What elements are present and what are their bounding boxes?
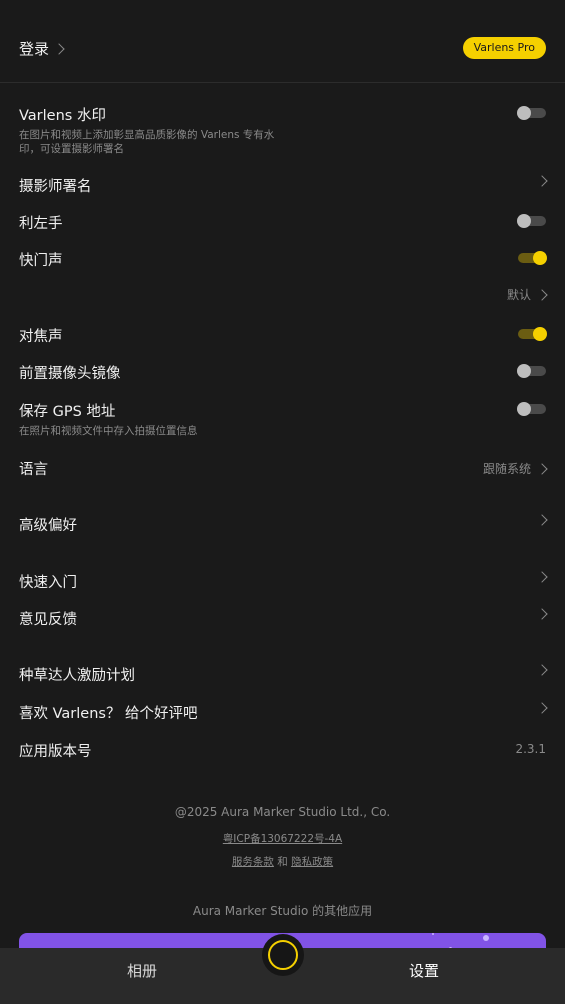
setting-label: 高级偏好	[19, 518, 77, 534]
chevron-right-icon	[536, 608, 548, 620]
setting-label: 摄影师署名	[19, 179, 92, 195]
chevron-right-icon	[536, 702, 548, 714]
toggle-knob	[533, 327, 547, 341]
terms-link[interactable]: 服务条款	[232, 856, 274, 868]
setting-creator-incentive-plan[interactable]: 种草达人激励计划	[19, 664, 548, 686]
setting-feedback[interactable]: 意见反馈	[19, 608, 548, 630]
icp-link[interactable]: 粤ICP备13067222号-4A	[223, 833, 342, 845]
setting-advanced-preferences[interactable]: 高级偏好	[19, 514, 548, 536]
setting-label: 保存 GPS 地址	[19, 404, 116, 420]
decorative-dot	[483, 935, 489, 941]
setting-left-hand: 利左手	[19, 212, 546, 234]
front-mirror-toggle[interactable]	[517, 364, 546, 378]
setting-description: 在图片和视频上添加彰显高品质影像的 Varlens 专有水印，可设置摄影师署名	[19, 129, 275, 155]
shutter-sound-toggle[interactable]	[518, 251, 547, 265]
setting-quick-start[interactable]: 快速入门	[19, 571, 548, 593]
setting-rate-app[interactable]: 喜欢 Varlens？ 给个好评吧	[19, 702, 548, 724]
setting-photographer-signature[interactable]: 摄影师署名	[19, 175, 548, 197]
login-link[interactable]: 登录	[19, 38, 65, 59]
setting-focus-sound: 对焦声	[19, 325, 547, 347]
setting-label: 利左手	[19, 216, 63, 232]
header: 登录 Varlens Pro	[0, 0, 565, 83]
toggle-knob	[517, 402, 531, 416]
setting-shutter-sound: 快门声	[19, 249, 547, 271]
privacy-link[interactable]: 隐私政策	[291, 856, 333, 868]
chevron-right-icon	[536, 514, 548, 526]
icp-link-wrap: 粤ICP备13067222号-4A	[0, 831, 565, 846]
decorative-dot	[432, 933, 434, 935]
setting-language[interactable]: 语言 跟随系统	[19, 458, 548, 480]
app-version-value: 2.3.1	[515, 742, 546, 756]
chevron-right-icon	[53, 42, 65, 55]
gps-toggle[interactable]	[517, 402, 546, 416]
setting-label: 意见反馈	[19, 612, 77, 628]
toggle-knob	[533, 251, 547, 265]
tab-album[interactable]: 相册	[127, 960, 157, 981]
other-apps-heading: Aura Marker Studio 的其他应用	[192, 904, 373, 918]
setting-label: 快速入门	[19, 575, 77, 591]
chevron-right-icon	[536, 288, 548, 301]
shutter-sound-value: 默认	[506, 288, 531, 302]
tab-settings[interactable]: 设置	[409, 960, 439, 981]
language-value: 跟随系统	[482, 462, 531, 476]
toggle-knob	[517, 364, 531, 378]
legal-links: 服务条款 和 隐私政策	[0, 854, 565, 869]
setting-label: 对焦声	[19, 329, 63, 345]
setting-label: 前置摄像头镜像	[19, 366, 121, 382]
setting-watermark: Varlens 水印 在图片和视频上添加彰显高品质影像的 Varlens 专有水…	[19, 104, 546, 155]
chevron-right-icon	[536, 175, 548, 187]
setting-label: Varlens 水印	[19, 108, 106, 124]
setting-app-version: 应用版本号 2.3.1	[19, 740, 546, 762]
watermark-toggle[interactable]	[517, 106, 546, 120]
chevron-right-icon	[536, 462, 548, 475]
setting-front-camera-mirror: 前置摄像头镜像	[19, 362, 546, 384]
setting-label: 种草达人激励计划	[19, 668, 135, 684]
setting-save-gps: 保存 GPS 地址 在照片和视频文件中存入拍摄位置信息	[19, 400, 546, 440]
shutter-ring	[268, 940, 298, 970]
shutter-button-icon[interactable]	[262, 934, 304, 976]
setting-description: 在照片和视频文件中存入拍摄位置信息	[19, 425, 198, 437]
chevron-right-icon	[536, 571, 548, 583]
setting-label: 语言	[19, 462, 48, 478]
toggle-knob	[517, 106, 531, 120]
setting-label: 快门声	[19, 253, 63, 269]
setting-label: 应用版本号	[19, 744, 92, 760]
varlens-pro-badge[interactable]: Varlens Pro	[462, 37, 546, 59]
focus-sound-toggle[interactable]	[518, 327, 547, 341]
and-text: 和	[277, 856, 288, 868]
toggle-knob	[517, 214, 531, 228]
setting-shutter-sound-option[interactable]: 默认	[19, 284, 548, 306]
copyright-text: @2025 Aura Marker Studio Ltd., Co.	[174, 805, 391, 819]
login-label: 登录	[19, 40, 50, 58]
setting-label: 喜欢 Varlens？ 给个好评吧	[19, 706, 198, 722]
left-hand-toggle[interactable]	[517, 214, 546, 228]
chevron-right-icon	[536, 664, 548, 676]
